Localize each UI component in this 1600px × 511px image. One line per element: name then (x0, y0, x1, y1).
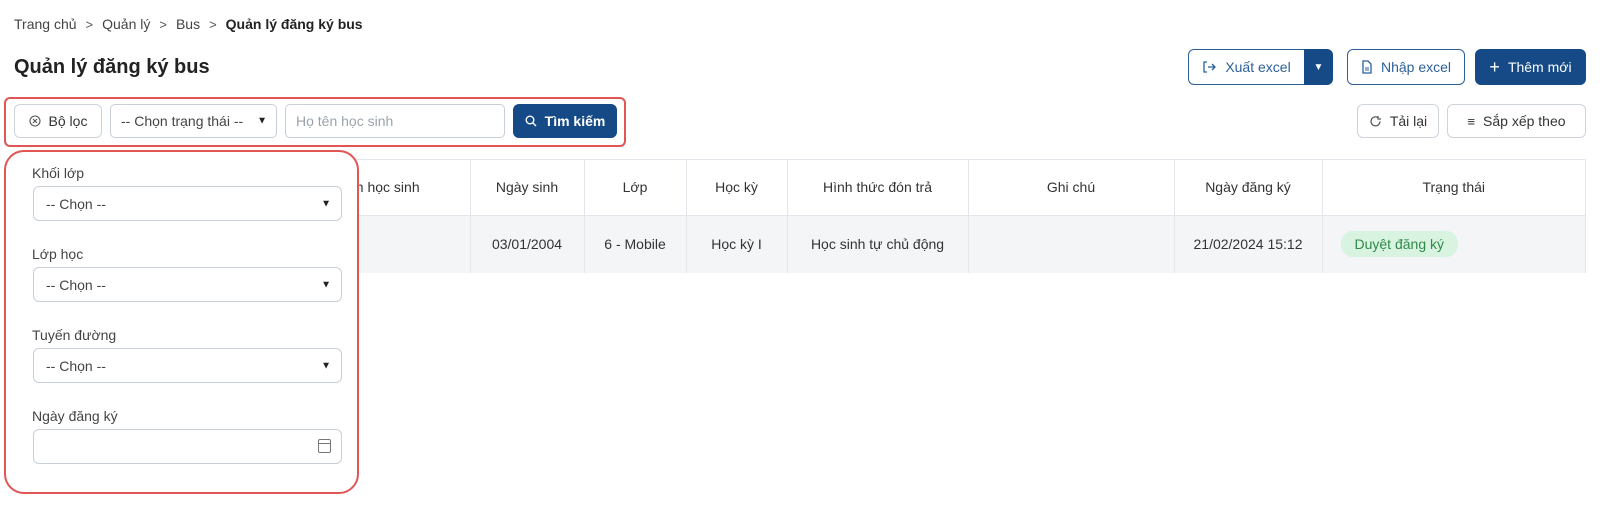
sort-lines-icon: ≡ (1467, 113, 1476, 129)
header-note[interactable]: Ghi chú (968, 160, 1175, 216)
grade-select[interactable]: -- Chọn -- ▼ (33, 186, 342, 221)
export-excel-button[interactable]: Xuất excel (1188, 49, 1304, 85)
import-excel-button[interactable]: Nhập excel (1347, 49, 1465, 85)
route-select-value: -- Chọn -- (46, 357, 106, 374)
plus-icon: + (1489, 57, 1500, 77)
registered-date-label: Ngày đăng ký (32, 408, 118, 424)
filter-panel: Khối lớp -- Chọn -- ▼ Lớp học -- Chọn --… (4, 150, 359, 494)
class-select-value: -- Chọn -- (46, 276, 106, 293)
status-badge: Duyệt đăng ký (1340, 231, 1458, 258)
route-select[interactable]: -- Chọn -- ▼ (33, 348, 342, 383)
refresh-icon (1370, 115, 1381, 126)
cell-semester: Học kỳ I (686, 215, 788, 273)
filter-button-label: Bộ lọc (48, 113, 88, 129)
page-title: Quản lý đăng ký bus (14, 56, 210, 78)
search-placeholder: Họ tên học sinh (296, 113, 394, 129)
chevron-down-icon: ▼ (321, 279, 331, 290)
search-button-label: Tìm kiếm (544, 113, 606, 129)
header-dob[interactable]: Ngày sinh (470, 160, 585, 216)
export-dropdown-toggle[interactable]: ▼ (1304, 49, 1333, 85)
sort-label: Sắp xếp theo (1483, 113, 1566, 129)
calendar-icon[interactable] (318, 439, 331, 453)
chevron-down-icon: ▼ (321, 198, 331, 209)
header-registered-date[interactable]: Ngày đăng ký (1174, 160, 1323, 216)
breadcrumb: Trang chủ > Quản lý > Bus > Quản lý đăng… (14, 16, 363, 32)
status-select[interactable]: -- Chọn trạng thái -- ▼ (110, 104, 277, 138)
chevron-right-icon: > (209, 16, 217, 32)
reload-label: Tải lại (1389, 113, 1428, 129)
class-label: Lớp học (32, 246, 84, 262)
registered-date-input[interactable] (33, 429, 342, 464)
add-new-button[interactable]: + Thêm mới (1475, 49, 1586, 85)
breadcrumb-home[interactable]: Trang chủ (14, 16, 77, 32)
close-circle-icon (28, 115, 41, 127)
cell-class: 6 - Mobile (584, 215, 687, 273)
cell-pickup: Học sinh tự chủ động (787, 215, 969, 273)
add-new-label: Thêm mới (1507, 59, 1572, 75)
breadcrumb-manage[interactable]: Quản lý (102, 16, 150, 32)
header-status[interactable]: Trạng thái (1322, 160, 1585, 216)
grade-select-value: -- Chọn -- (46, 195, 106, 212)
grade-label: Khối lớp (32, 165, 84, 181)
chevron-right-icon: > (159, 16, 167, 32)
chevron-right-icon: > (85, 16, 94, 32)
route-label: Tuyến đường (32, 327, 117, 343)
cell-status: Duyệt đăng ký (1322, 215, 1585, 273)
cell-note (968, 215, 1175, 273)
sort-button[interactable]: ≡ Sắp xếp theo (1447, 104, 1586, 138)
student-name-search-input[interactable]: Họ tên học sinh (285, 104, 505, 138)
reload-button[interactable]: Tải lại (1357, 104, 1439, 138)
file-icon (1362, 60, 1372, 74)
chevron-down-icon: ▼ (321, 360, 331, 371)
import-excel-label: Nhập excel (1380, 59, 1452, 75)
cell-registered-date: 21/02/2024 15:12 (1174, 215, 1323, 273)
cell-dob: 03/01/2004 (470, 215, 585, 273)
breadcrumb-current: Quản lý đăng ký bus (225, 16, 363, 32)
header-semester[interactable]: Học kỳ (686, 160, 788, 216)
status-select-value: -- Chọn trạng thái -- (121, 113, 244, 129)
search-button[interactable]: Tìm kiếm (513, 104, 617, 138)
caret-down-icon: ▼ (1313, 61, 1324, 73)
export-excel-label: Xuất excel (1225, 59, 1291, 75)
breadcrumb-bus[interactable]: Bus (176, 16, 200, 32)
search-icon (525, 115, 537, 127)
export-excel-group: Xuất excel ▼ (1188, 49, 1333, 85)
class-select[interactable]: -- Chọn -- ▼ (33, 267, 342, 302)
header-pickup[interactable]: Hình thức đón trả (787, 160, 969, 216)
chevron-down-icon: ▼ (257, 115, 267, 127)
header-class[interactable]: Lớp (584, 160, 687, 216)
export-icon (1203, 61, 1217, 73)
filter-button[interactable]: Bộ lọc (14, 104, 102, 138)
